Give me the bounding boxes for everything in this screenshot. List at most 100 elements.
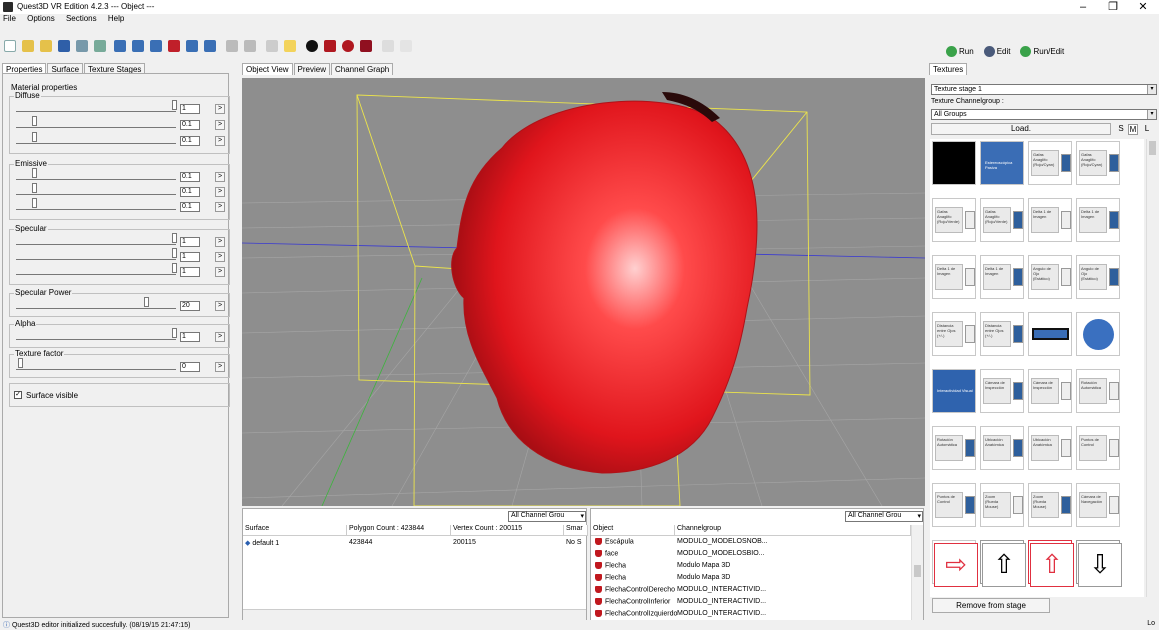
disabled-icon[interactable] xyxy=(382,40,394,52)
alpha-value[interactable]: 1 xyxy=(180,332,200,342)
column-polygon-count[interactable]: Polygon Count : 423844 xyxy=(347,525,451,536)
diffuse-arrow-g[interactable]: > xyxy=(215,120,225,130)
wand-icon[interactable] xyxy=(226,40,238,52)
emissive-slider-g[interactable] xyxy=(16,183,176,195)
specular-power-arrow[interactable]: > xyxy=(215,301,225,311)
emissive-value-b[interactable]: 0.1 xyxy=(180,202,200,212)
new-icon[interactable] xyxy=(4,40,16,52)
run-edit-button[interactable]: Run/Edit xyxy=(1020,46,1064,57)
specular-value-b[interactable]: 1 xyxy=(180,267,200,277)
size-small-button[interactable]: S xyxy=(1116,124,1126,135)
menu-options[interactable]: Options xyxy=(27,14,55,23)
arrow-up-icon[interactable]: ⇧ xyxy=(982,543,1026,587)
column-channelgroup[interactable]: Channelgroup xyxy=(675,525,911,536)
texture-tile[interactable]: Delta 1 de Imagen xyxy=(980,255,1024,299)
texture-tile[interactable]: Distancia entre Ojos (+/-) xyxy=(980,312,1024,356)
channel-link-icon[interactable] xyxy=(150,40,162,52)
menu-help[interactable]: Help xyxy=(108,14,124,23)
diffuse-arrow-r[interactable]: > xyxy=(215,104,225,114)
texture-tile[interactable]: Cámara de Inspección xyxy=(1028,369,1072,413)
emissive-value-r[interactable]: 0.1 xyxy=(180,172,200,182)
save-icon[interactable] xyxy=(58,40,70,52)
alpha-slider[interactable] xyxy=(16,328,177,340)
arrow-down-icon[interactable]: ⇩ xyxy=(1078,543,1122,587)
highlight-icon[interactable] xyxy=(284,40,296,52)
texture-tile[interactable]: Rotación Automática xyxy=(1076,369,1120,413)
tab-object-view[interactable]: Object View xyxy=(242,63,293,75)
edit-button[interactable]: Edit xyxy=(983,46,1010,57)
diffuse-slider-b[interactable] xyxy=(16,132,176,144)
size-medium-button[interactable]: M xyxy=(1128,124,1138,135)
list-item[interactable]: Escápula xyxy=(595,538,634,545)
specular-slider-r[interactable] xyxy=(16,233,177,245)
texture-tile-circle[interactable] xyxy=(1076,312,1120,356)
list-item[interactable]: Flecha xyxy=(595,574,626,581)
texture-tile[interactable]: Gafas Anaglifo (Rojo/Cyan) xyxy=(1028,141,1072,185)
texture-tile[interactable]: Cámara de Navegación xyxy=(1076,483,1120,527)
list-item[interactable]: Flecha xyxy=(595,562,626,569)
surface-filter-dropdown[interactable]: All Channel Grou ▾ xyxy=(508,511,586,522)
cube-icon[interactable] xyxy=(324,40,336,52)
specular-arrow-b[interactable]: > xyxy=(215,267,225,277)
sphere-icon[interactable] xyxy=(306,40,318,52)
texture-tile[interactable]: Cámara de Inspección xyxy=(980,369,1024,413)
surface-visible-checkbox[interactable]: ✓ xyxy=(14,391,22,399)
object-viewport[interactable] xyxy=(242,78,925,506)
texture-tile[interactable]: Angulo de Ojo (Estático) xyxy=(1076,255,1120,299)
list-item[interactable]: FlechaControlInferior xyxy=(595,598,670,605)
channel-grid-icon[interactable] xyxy=(204,40,216,52)
texture-tile[interactable]: Zoom (Rueda Mouse) xyxy=(1028,483,1072,527)
texture-factor-value[interactable]: 0 xyxy=(180,362,200,372)
texture-tile[interactable]: Gafas Anaglifo (Rojo/Verde) xyxy=(932,198,976,242)
diffuse-value-b[interactable]: 0.1 xyxy=(180,136,200,146)
texture-tile[interactable]: Delta 1 de Imagen xyxy=(932,255,976,299)
texture-tile[interactable]: Delta 1 de Imagen xyxy=(1028,198,1072,242)
column-object[interactable]: Object xyxy=(591,525,675,536)
copy-icon[interactable] xyxy=(94,40,106,52)
light-icon[interactable] xyxy=(360,40,372,52)
alpha-arrow[interactable]: > xyxy=(215,332,225,342)
column-surface[interactable]: Surface xyxy=(243,525,347,536)
close-button[interactable]: ✕ xyxy=(1128,0,1158,14)
maximize-button[interactable]: ❐ xyxy=(1098,0,1128,14)
emissive-arrow-g[interactable]: > xyxy=(215,187,225,197)
texture-factor-slider[interactable] xyxy=(16,358,176,370)
column-smart[interactable]: Smar xyxy=(564,525,588,536)
texture-tile[interactable]: Ubicación Anatómica xyxy=(1028,426,1072,470)
texture-scrollbar[interactable] xyxy=(1146,139,1157,597)
open-icon[interactable] xyxy=(22,40,34,52)
vertical-scrollbar[interactable] xyxy=(911,525,923,621)
list-item[interactable]: FlechaControlIzquierdo xyxy=(595,610,677,620)
pointer-icon[interactable] xyxy=(244,40,256,52)
load-button[interactable]: Load. xyxy=(931,123,1111,135)
texture-tile[interactable] xyxy=(932,141,976,185)
size-large-button[interactable]: L xyxy=(1142,124,1152,135)
tab-channel-graph[interactable]: Channel Graph xyxy=(331,63,394,75)
diffuse-slider-r[interactable] xyxy=(16,100,177,112)
diffuse-slider-g[interactable] xyxy=(16,116,176,128)
object-icon[interactable] xyxy=(342,40,354,52)
diffuse-arrow-b[interactable]: > xyxy=(215,136,225,146)
texture-factor-arrow[interactable]: > xyxy=(215,362,225,372)
list-item[interactable]: face xyxy=(595,550,618,557)
texture-stage-dropdown[interactable]: Texture stage 1 ▾ xyxy=(931,84,1157,95)
texture-tile[interactable]: Delta 1 de Imagen xyxy=(1076,198,1120,242)
channelgroup-dropdown[interactable]: All Groups ▾ xyxy=(931,109,1157,120)
diffuse-value-r[interactable]: 1 xyxy=(180,104,200,114)
run-button[interactable]: Run xyxy=(946,46,974,57)
texture-tile[interactable]: Gafas Anaglifo (Rojo/Verde) xyxy=(980,198,1024,242)
emissive-slider-b[interactable] xyxy=(16,198,176,210)
menu-file[interactable]: File xyxy=(3,14,16,23)
object-filter-dropdown[interactable]: All Channel Grou ▾ xyxy=(845,511,923,522)
texture-tile[interactable]: Ubicación Anatómica xyxy=(980,426,1024,470)
list-item[interactable]: FlechaControlDerecho xyxy=(595,586,675,593)
tab-preview[interactable]: Preview xyxy=(293,63,330,75)
channel-icon[interactable] xyxy=(114,40,126,52)
column-vertex-count[interactable]: Vertex Count : 200115 xyxy=(451,525,564,536)
channel-red-icon[interactable] xyxy=(168,40,180,52)
specular-power-value[interactable]: 20 xyxy=(180,301,200,311)
texture-tile[interactable]: Angulo de Ojo (Estático) xyxy=(1028,255,1072,299)
window-icon[interactable] xyxy=(266,40,278,52)
texture-tile[interactable]: Rotación Automática xyxy=(932,426,976,470)
texture-tile[interactable]: Gafas Anaglifo (Rojo/Cyan) xyxy=(1076,141,1120,185)
